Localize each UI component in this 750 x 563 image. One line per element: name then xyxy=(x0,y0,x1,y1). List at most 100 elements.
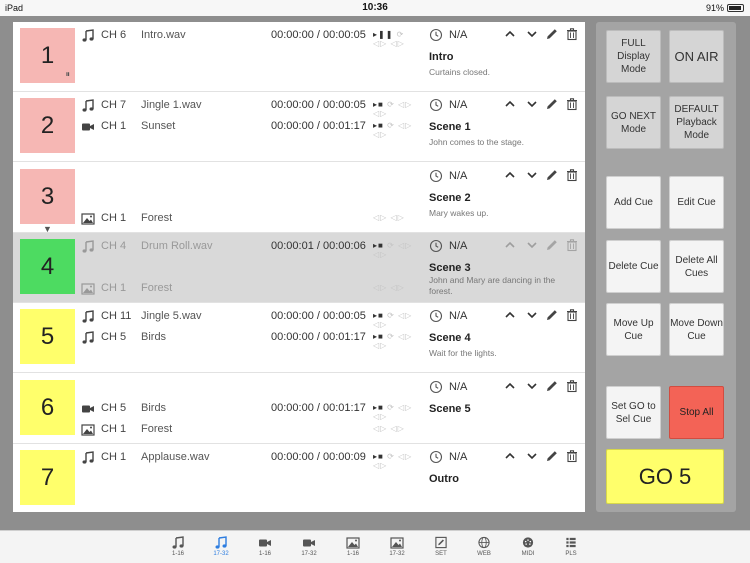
delete-icon[interactable] xyxy=(565,238,579,252)
cue-row[interactable]: 7 CH 1 Applause.wav 00:00:00 / 00:00:09 ▸■ ⟳… xyxy=(13,444,585,512)
status-bar: iPad 10:36 91% xyxy=(0,0,750,16)
edit-icon[interactable] xyxy=(545,379,559,393)
cue-row[interactable]: 6 CH 5 Birds 00:00:00 / 00:01:17 ▸■ ⟳ ◁▷ ◁▷ C… xyxy=(13,374,585,444)
tab-label: 17-32 xyxy=(213,551,229,557)
tab-music-note-1-16[interactable]: 1-16 xyxy=(165,536,191,562)
transport-controls[interactable]: ▸■ ⟳ ◁▷ ◁▷ xyxy=(373,452,421,470)
move-up-icon[interactable] xyxy=(503,168,517,182)
timer-value: N/A xyxy=(449,310,468,322)
edit-icon[interactable] xyxy=(545,449,559,463)
go-next-mode-button[interactable]: GO NEXT Mode xyxy=(606,96,661,149)
settings-pencil-icon xyxy=(434,536,448,549)
move-down-icon[interactable] xyxy=(525,97,539,111)
tab-playlist-pls[interactable]: PLS xyxy=(558,536,584,562)
cue-number: 4 xyxy=(40,252,55,280)
media-line: CH 7 Jingle 1.wav 00:00:00 / 00:00:05 ▸■ ⟳ … xyxy=(81,99,421,118)
tab-video-camera-1-16[interactable]: 1-16 xyxy=(252,536,278,562)
transport-controls[interactable]: ▸■ ⟳ ◁▷ ◁▷ xyxy=(373,332,421,350)
transport-controls[interactable]: ◁▷ ◁▷ xyxy=(373,213,405,222)
move-down-cue-button[interactable]: Move Down Cue xyxy=(669,303,724,356)
delete-cue-button[interactable]: Delete Cue xyxy=(606,240,661,293)
delete-icon[interactable] xyxy=(565,449,579,463)
tab-image-17-32[interactable]: 17-32 xyxy=(384,536,410,562)
move-down-icon[interactable] xyxy=(525,238,539,252)
edit-cue-button[interactable]: Edit Cue xyxy=(669,176,724,229)
video-camera-icon xyxy=(302,536,316,549)
move-up-icon[interactable] xyxy=(503,238,517,252)
media-name: Jingle 1.wav xyxy=(141,99,202,111)
image-icon xyxy=(81,282,95,296)
tab-label: 1-16 xyxy=(171,551,184,557)
delete-icon[interactable] xyxy=(565,97,579,111)
transport-controls[interactable]: ▸■ ⟳ ◁▷ ◁▷ xyxy=(373,241,421,259)
cue-description: John and Mary are dancing in the forest. xyxy=(429,275,556,296)
edit-icon[interactable] xyxy=(545,168,559,182)
music-note-icon xyxy=(171,536,185,549)
edit-icon[interactable] xyxy=(545,97,559,111)
media-time: 00:00:00 / 00:01:17 xyxy=(271,331,366,343)
cue-actions xyxy=(503,27,581,41)
edit-icon[interactable] xyxy=(545,27,559,41)
cue-description: Mary wakes up. xyxy=(429,208,489,218)
edit-icon[interactable] xyxy=(545,308,559,322)
media-line: CH 1 Sunset 00:00:00 / 00:01:17 ▸■ ⟳ ◁▷ ◁▷ xyxy=(81,120,421,139)
tab-midi-connector-midi[interactable]: MIDI xyxy=(515,536,541,562)
move-up-icon[interactable] xyxy=(503,379,517,393)
delete-icon[interactable] xyxy=(565,27,579,41)
channel-label: CH 1 xyxy=(101,451,127,463)
channel-label: CH 11 xyxy=(101,310,132,322)
media-line: CH 6 Intro.wav 00:00:00 / 00:00:05 ▸❚❚ ⟳ ◁▷… xyxy=(81,29,421,48)
cue-row[interactable]: 1 ⏸ CH 6 Intro.wav 00:00:00 / 00:00:05 ▸❚❚ ⟳ … xyxy=(13,22,585,92)
transport-controls[interactable]: ◁▷ ◁▷ xyxy=(373,283,405,292)
move-down-icon[interactable] xyxy=(525,27,539,41)
add-cue-button[interactable]: Add Cue xyxy=(606,176,661,229)
music-note-icon xyxy=(81,331,95,345)
cue-title: Outro xyxy=(429,473,459,485)
transport-controls[interactable]: ▸■ ⟳ ◁▷ ◁▷ xyxy=(373,403,421,421)
tab-globe-web[interactable]: WEB xyxy=(471,536,497,562)
cue-number-badge[interactable]: 2 xyxy=(20,98,75,153)
on-air-button[interactable]: ON AIR xyxy=(669,30,724,83)
cue-row[interactable]: 2 CH 7 Jingle 1.wav 00:00:00 / 00:00:05 ▸■ ⟳… xyxy=(13,92,585,162)
tab-label: 1-16 xyxy=(346,551,359,557)
move-up-icon[interactable] xyxy=(503,308,517,322)
move-up-cue-button[interactable]: Move Up Cue xyxy=(606,303,661,356)
cue-number-badge[interactable]: 3 ▼ xyxy=(20,169,75,234)
tab-video-camera-17-32[interactable]: 17-32 xyxy=(296,536,322,562)
tab-settings-pencil-set[interactable]: SET xyxy=(428,536,454,562)
cue-row[interactable]: 5 CH 11 Jingle 5.wav 00:00:00 / 00:00:05 ▸■ … xyxy=(13,303,585,373)
cue-number-badge[interactable]: 5 xyxy=(20,309,75,364)
delete-icon[interactable] xyxy=(565,308,579,322)
transport-controls[interactable]: ▸■ ⟳ ◁▷ ◁▷ xyxy=(373,100,421,118)
default-playback-mode-button[interactable]: DEFAULT Playback Mode xyxy=(669,96,724,149)
stop-all-button[interactable]: Stop All xyxy=(669,386,724,439)
tab-image-1-16[interactable]: 1-16 xyxy=(340,536,366,562)
transport-controls[interactable]: ▸■ ⟳ ◁▷ ◁▷ xyxy=(373,121,421,139)
cue-number-badge[interactable]: 7 xyxy=(20,450,75,505)
cue-list[interactable]: 1 ⏸ CH 6 Intro.wav 00:00:00 / 00:00:05 ▸❚❚ ⟳ … xyxy=(13,22,585,512)
full-display-mode-button[interactable]: FULL Display Mode xyxy=(606,30,661,83)
transport-controls[interactable]: ▸■ ⟳ ◁▷ ◁▷ xyxy=(373,311,421,329)
move-up-icon[interactable] xyxy=(503,449,517,463)
cue-row[interactable]: 4 CH 4 Drum Roll.wav 00:00:01 / 00:00:06 ▸■ … xyxy=(13,233,585,303)
cue-number-badge[interactable]: 4 xyxy=(20,239,75,294)
edit-icon[interactable] xyxy=(545,238,559,252)
delete-icon[interactable] xyxy=(565,168,579,182)
delete-icon[interactable] xyxy=(565,379,579,393)
move-down-icon[interactable] xyxy=(525,449,539,463)
move-up-icon[interactable] xyxy=(503,27,517,41)
transport-controls[interactable]: ◁▷ ◁▷ xyxy=(373,424,405,433)
cue-number-badge[interactable]: 6 xyxy=(20,380,75,435)
cue-row[interactable]: 3 ▼ CH 1 Forest ◁▷ ◁▷ N/A Scene 2 Mary wakes up… xyxy=(13,163,585,234)
cue-number-badge[interactable]: 1 ⏸ xyxy=(20,28,75,83)
move-down-icon[interactable] xyxy=(525,308,539,322)
transport-controls[interactable]: ▸❚❚ ⟳ ◁▷ ◁▷ xyxy=(373,30,421,48)
tab-music-note-17-32[interactable]: 17-32 xyxy=(208,536,234,562)
go-button[interactable]: GO 5 xyxy=(606,449,724,504)
move-down-icon[interactable] xyxy=(525,379,539,393)
delete-all-cues-button[interactable]: Delete All Cues xyxy=(669,240,724,293)
move-up-icon[interactable] xyxy=(503,97,517,111)
set-go-to-selected-cue-button[interactable]: Set GO to Sel Cue xyxy=(606,386,661,439)
clock-icon xyxy=(429,239,443,253)
move-down-icon[interactable] xyxy=(525,168,539,182)
